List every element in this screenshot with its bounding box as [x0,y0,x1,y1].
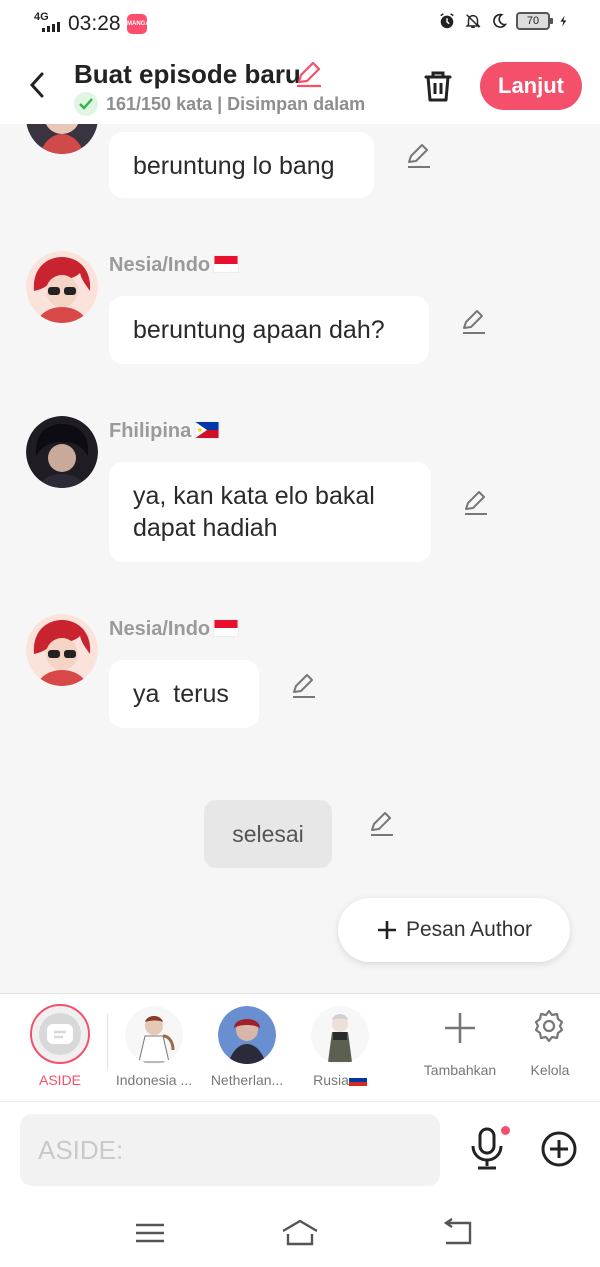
edit-message-icon[interactable] [462,489,490,517]
character-name: Fhilipina [109,420,221,443]
chat-area[interactable]: beruntung lo bang Nesia/Indo beruntung a… [0,124,600,993]
menu-icon[interactable] [130,1217,170,1249]
system-navbar [0,1197,600,1267]
mute-notification-icon [465,14,481,29]
avatar[interactable] [26,124,98,154]
indonesia-flag-icon [213,255,240,273]
edit-message-icon[interactable] [368,810,396,838]
alarm-icon [440,13,454,29]
edit-message-icon[interactable] [290,672,318,700]
app-notification-icon: MANGATOON [127,14,166,34]
plus-icon [377,921,396,939]
moon-icon [493,13,508,28]
gear-icon [534,1009,564,1043]
chevron-left-icon [29,72,44,98]
edit-message-icon[interactable] [405,142,433,170]
message-bubble[interactable]: ya terus [109,660,259,728]
message-bubble[interactable]: beruntung apaan dah? [109,296,429,364]
message-bubble[interactable]: beruntung lo bang [109,132,374,198]
character-name: Nesia/Indo [109,618,240,641]
charging-icon [560,15,567,27]
word-count-row: 161/150 kata | Disimpan dalam [74,92,365,116]
page-title: Buat episode baru [74,59,301,89]
check-icon [74,92,98,116]
avatar[interactable] [26,416,98,488]
avatar[interactable] [26,251,98,323]
aside-message[interactable]: selesai [204,800,332,868]
russia-flag-icon [348,1074,367,1086]
signal-icon [42,22,60,32]
indonesia-flag-icon [213,619,240,637]
clock: 03:28 [68,12,121,35]
add-character-button[interactable]: Tambahkan [410,994,510,1102]
character-netherlands[interactable]: Netherlan... [197,994,297,1102]
character-aside[interactable]: ASIDE [10,994,110,1102]
character-selector: ASIDE Indonesia ... Netherlan... Rusia T… [0,993,600,1101]
avatar [218,1006,276,1064]
word-count-status: 161/150 kata | Disimpan dalam [106,93,366,114]
manage-characters-button[interactable]: Kelola [500,994,600,1102]
philippines-flag-icon [194,421,221,439]
microphone-button[interactable] [468,1126,512,1174]
message-bubble[interactable]: ya, kan kata elo bakal dapat hadiah [109,462,431,562]
character-name: Nesia/Indo [109,254,240,277]
plus-icon [445,1013,475,1043]
edit-message-icon[interactable] [460,308,488,336]
home-icon[interactable] [280,1217,320,1249]
avatar[interactable] [26,614,98,686]
composer [0,1101,600,1197]
header: Buat episode baru 161/150 kata | Disimpa… [0,48,600,124]
character-indonesia[interactable]: Indonesia ... [104,994,204,1102]
status-bar: 4G 03:28 MANGATOON 70 [0,0,600,48]
avatar [125,1006,183,1064]
character-russia[interactable]: Rusia [290,994,390,1102]
avatar [311,1006,369,1064]
message-input[interactable] [20,1114,440,1186]
trash-icon[interactable] [420,68,456,104]
battery-icon: 70 [516,12,553,30]
author-message-button[interactable]: Pesan Author [338,898,570,962]
aside-chat-icon [47,1024,73,1044]
back-nav-icon[interactable] [438,1217,478,1249]
back-button[interactable] [22,68,52,102]
edit-title-icon[interactable] [294,60,324,88]
next-button[interactable]: Lanjut [480,62,582,110]
notification-dot [501,1126,510,1135]
add-circle-icon[interactable] [540,1130,578,1168]
